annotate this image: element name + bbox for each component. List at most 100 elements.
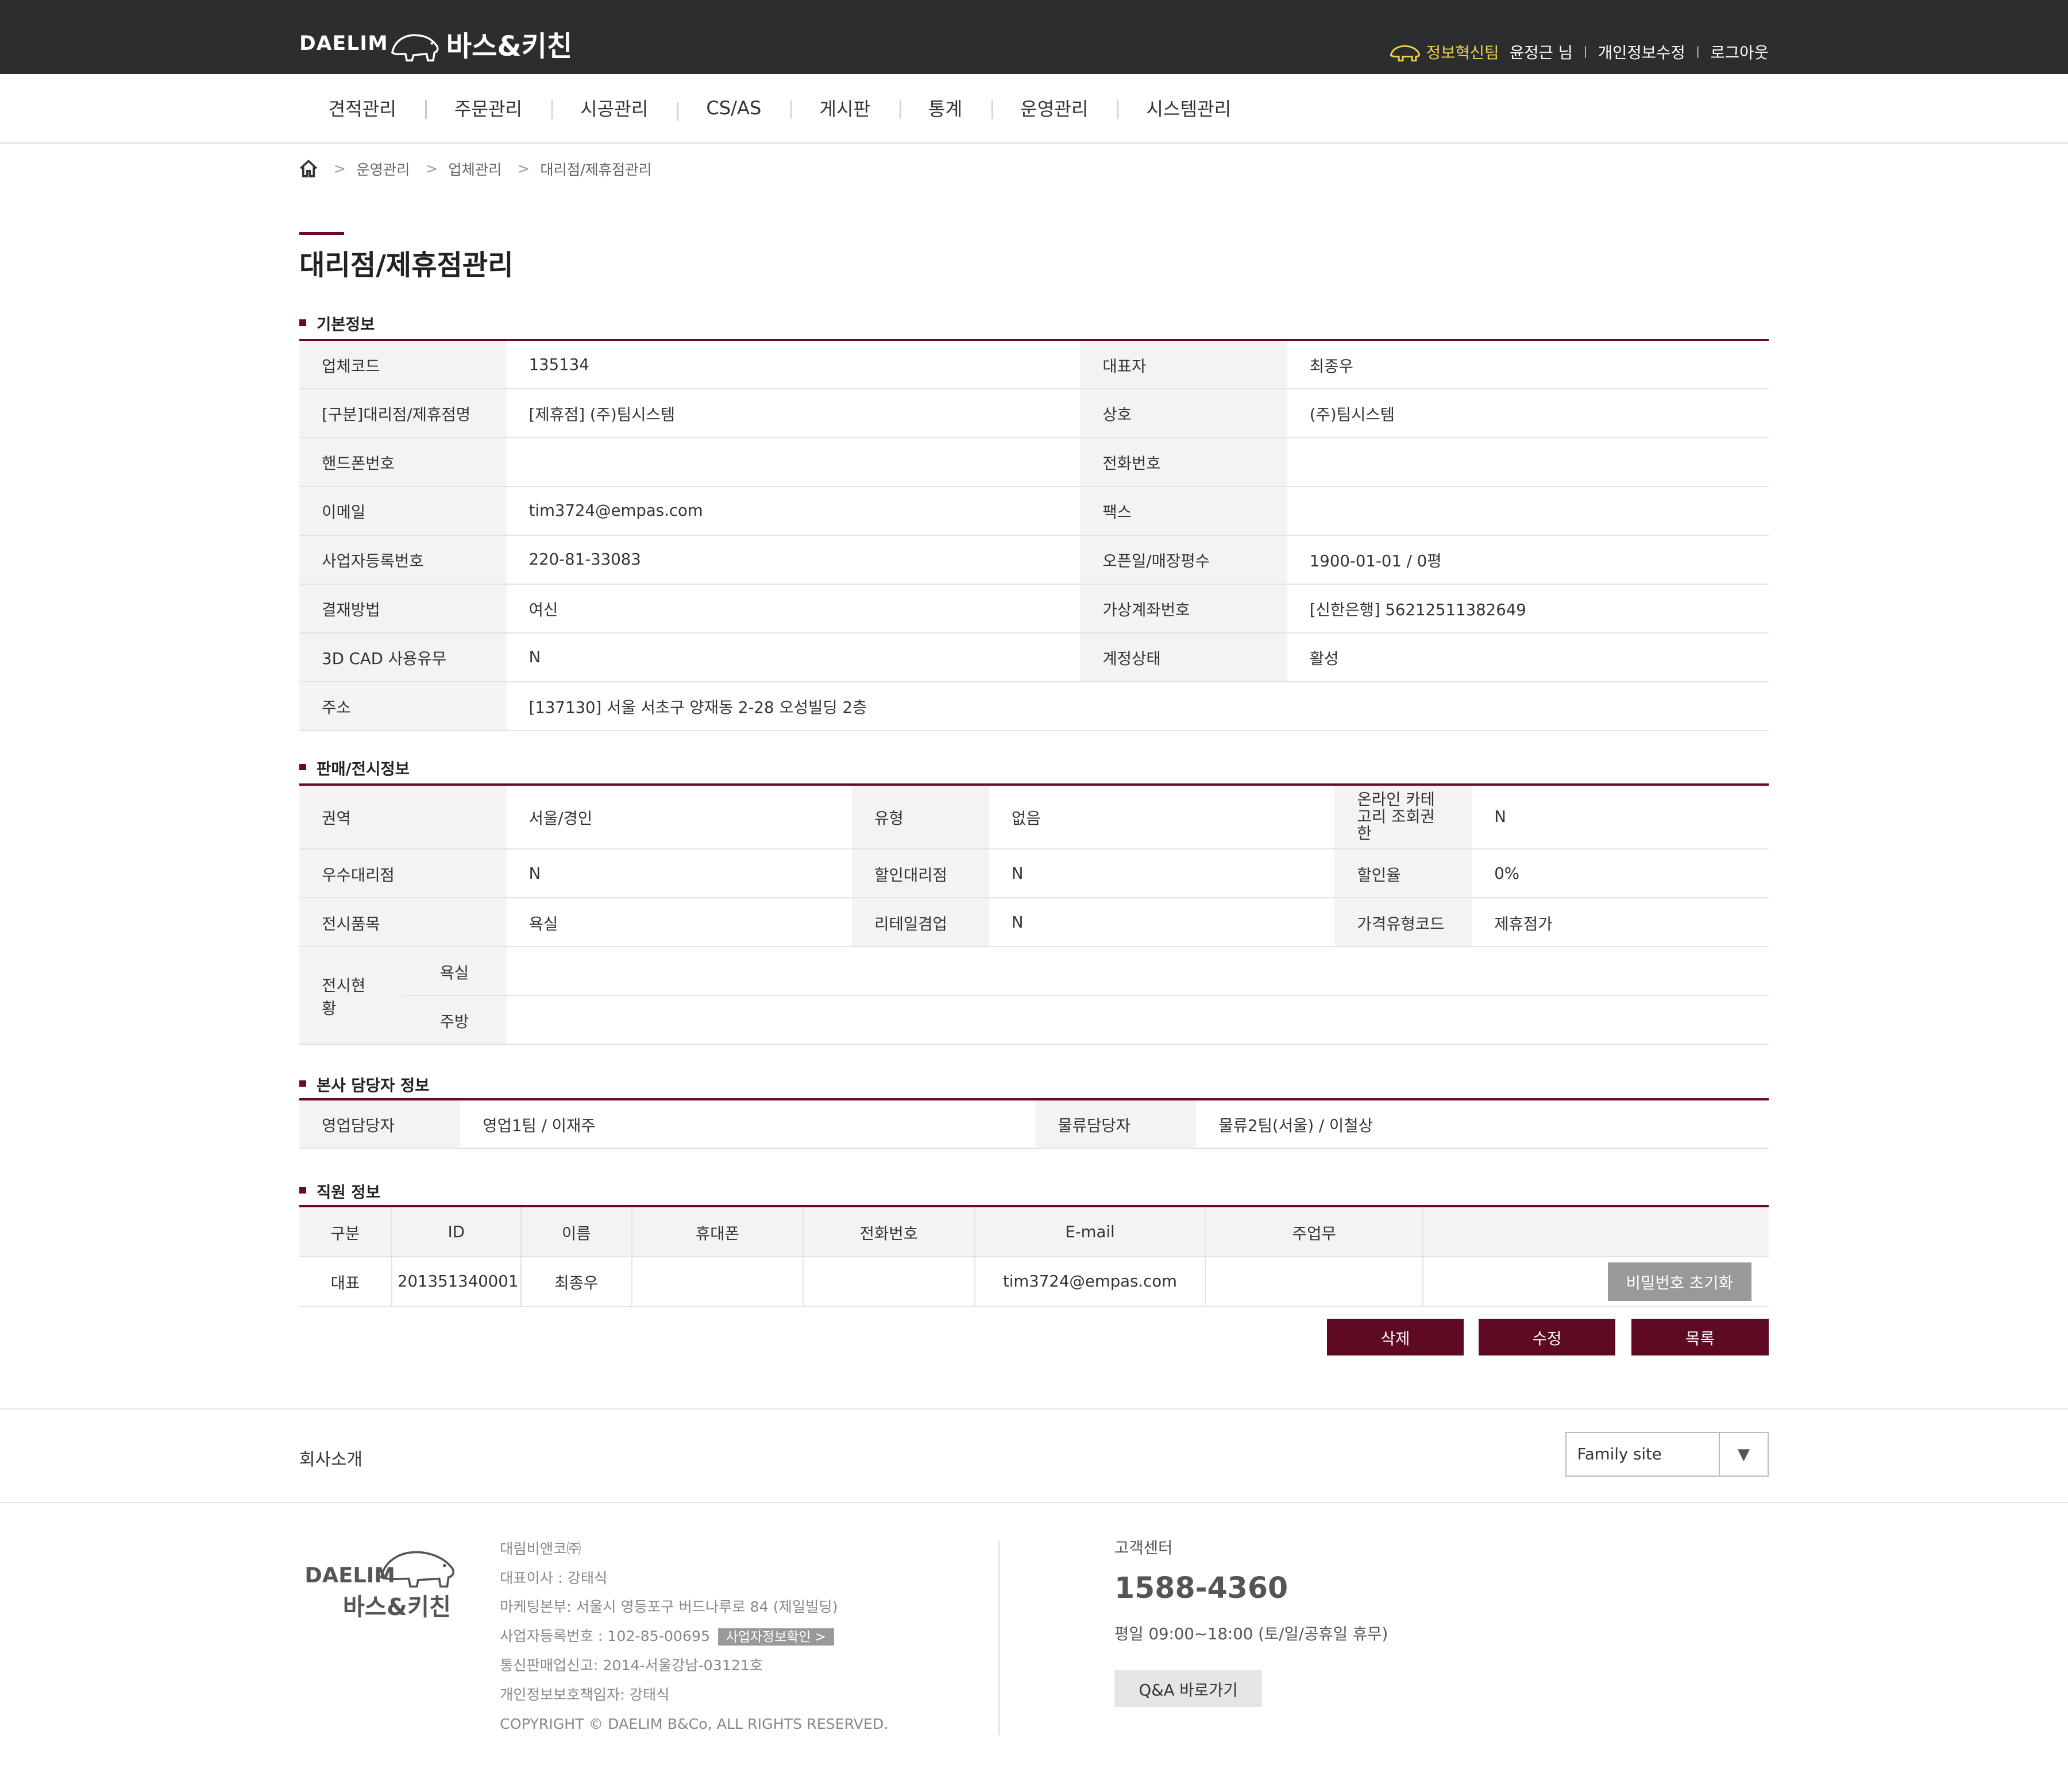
section-heading-sales: 판매/전시정보 — [299, 756, 410, 779]
sales-row: 전시품목 욕실 리테일겸업 N 가격유형코드 제휴점가 — [299, 898, 1769, 948]
chevron-right-icon: > — [333, 160, 346, 177]
field-label: 할인율 — [1334, 849, 1472, 899]
breadcrumb-item[interactable]: 운영관리 — [356, 159, 410, 179]
field-value — [1287, 437, 1769, 487]
field-value: 최종우 — [1287, 340, 1769, 389]
field-label: 오픈일/매장평수 — [1080, 535, 1287, 585]
cs-hours: 평일 09:00~18:00 (토/일/공휴일 휴무) — [1114, 1624, 1388, 1643]
basic-row: [구분]대리점/제휴점명 [제휴점] (주)팀시스템 상호 (주)팀시스템 — [299, 388, 1769, 438]
nav-item-cs-as[interactable]: CS/AS — [677, 97, 790, 121]
field-label: 3D CAD 사용유무 — [299, 632, 507, 682]
biz-info-check-button[interactable]: 사업자정보확인 > — [717, 1628, 834, 1646]
polar-bear-icon — [391, 34, 439, 62]
main-navigation: 견적관리 주문관리 시공관리 CS/AS 게시판 통계 운영관리 시스템관리 — [0, 74, 2068, 144]
sales-row: 권역 서울/경인 유형 없음 온라인 카테고리 조회권한 N — [299, 784, 1769, 850]
breadcrumb-item[interactable]: 대리점/제휴점관리 — [540, 159, 651, 179]
nav-item-operation[interactable]: 운영관리 — [991, 95, 1117, 121]
section-title: 직원 정보 — [316, 1183, 380, 1202]
bear-icon — [1390, 45, 1420, 61]
logo-daelim-text: DAELIM — [299, 32, 388, 55]
section-title: 기본정보 — [316, 315, 375, 334]
caret-down-icon[interactable]: ▼ — [1719, 1433, 1768, 1476]
table-cell — [1205, 1256, 1424, 1307]
table-cell: 201351340001 — [391, 1256, 522, 1307]
title-accent-bar — [299, 232, 345, 235]
nav-item-construction[interactable]: 시공관리 — [551, 95, 677, 121]
basic-row: 3D CAD 사용유무 N 계정상태 활성 — [299, 632, 1769, 682]
field-label: 온라인 카테고리 조회권한 — [1334, 784, 1472, 850]
biz-number-row: 사업자등록번호 : 102-85-00695 사업자정보확인 > — [500, 1622, 888, 1652]
cs-phone: 1588-4360 — [1114, 1571, 1288, 1605]
nav-item-system[interactable]: 시스템관리 — [1117, 95, 1260, 121]
nav-item-estimate[interactable]: 견적관리 — [299, 95, 425, 121]
nav-item-order[interactable]: 주문관리 — [425, 95, 551, 121]
breadcrumb: > 운영관리 > 업체관리 > 대리점/제휴점관리 — [299, 159, 652, 179]
field-label: 팩스 — [1080, 486, 1287, 536]
field-label: 우수대리점 — [299, 849, 507, 899]
sales-row: 우수대리점 N 할인대리점 N 할인율 0% — [299, 849, 1769, 899]
field-value: tim3724@empas.com — [506, 486, 1081, 536]
edit-profile-link[interactable]: 개인정보수정 — [1598, 40, 1685, 63]
home-icon[interactable] — [299, 159, 318, 178]
field-label: 핸드폰번호 — [299, 437, 507, 487]
user-menu: 정보혁신팀 윤정근 님 | 개인정보수정 | 로그아웃 — [1390, 40, 1769, 63]
privacy-officer: 개인정보보호책임자: 강태식 — [500, 1686, 670, 1703]
reset-password-button[interactable]: 비밀번호 초기화 — [1607, 1262, 1751, 1301]
delete-button[interactable]: 삭제 — [1326, 1318, 1464, 1356]
hq-manager-table: 영업담당자 영업1팀 / 이재주 물류담당자 물류2팀(서울) / 이철상 — [299, 1098, 1769, 1149]
field-value: 135134 — [506, 340, 1081, 389]
company-intro-link[interactable]: 회사소개 — [299, 1445, 362, 1470]
column-header: 휴대폰 — [631, 1206, 804, 1257]
divider: | — [1696, 44, 1700, 58]
field-label: 유형 — [852, 784, 989, 850]
field-value: N — [506, 849, 852, 899]
chevron-right-icon: > — [425, 160, 438, 177]
field-value: [신한은행] 56212511382649 — [1287, 584, 1769, 634]
section-title: 본사 담당자 정보 — [316, 1076, 430, 1095]
team-name: 정보혁신팀 — [1426, 43, 1499, 62]
field-value: 220-81-33083 — [506, 535, 1081, 585]
list-button[interactable]: 목록 — [1631, 1318, 1769, 1356]
field-value: 0% — [1472, 849, 1769, 899]
basic-info-table: 업체코드 135134 대표자 최종우 [구분]대리점/제휴점명 [제휴점] (주)팀시스… — [299, 339, 1769, 731]
basic-row: 결재방법 여신 가상계좌번호 [신한은행] 56212511382649 — [299, 584, 1769, 634]
field-label: 리테일겸업 — [852, 898, 989, 948]
footer-divider — [998, 1540, 1000, 1736]
logistics-manager-value: 물류2팀(서울) / 이철상 — [1196, 1099, 1769, 1149]
breadcrumb-item[interactable]: 업체관리 — [448, 159, 501, 179]
display-status-label: 전시현황 — [299, 947, 403, 1045]
field-value: N — [989, 898, 1335, 948]
footer-logo-daelim: DAELIM — [304, 1562, 395, 1588]
column-header — [1423, 1206, 1769, 1257]
column-header: E-mail — [974, 1206, 1206, 1257]
column-header: ID — [391, 1206, 522, 1257]
chevron-right-icon: > — [517, 160, 530, 177]
display-row-kitchen: 주방 — [299, 995, 1769, 1045]
brand-logo[interactable]: DAELIM 바스&키친 — [299, 21, 572, 66]
display-kitchen-value — [506, 995, 1769, 1045]
section-heading-basic: 기본정보 — [299, 311, 375, 334]
edit-button[interactable]: 수정 — [1478, 1318, 1616, 1356]
nav-item-statistics[interactable]: 통계 — [899, 95, 991, 121]
column-header: 구분 — [299, 1206, 392, 1257]
bullet-icon — [299, 763, 306, 771]
logout-link[interactable]: 로그아웃 — [1710, 40, 1768, 63]
display-bath-value — [506, 947, 1769, 997]
table-row: 대표 201351340001 최종우 tim3724@empas.com 비밀번호 초… — [299, 1256, 1769, 1307]
field-label: 사업자등록번호 — [299, 535, 507, 585]
divider: | — [1583, 44, 1588, 58]
biz-number: 사업자등록번호 : 102-85-00695 — [500, 1627, 711, 1644]
family-site-select[interactable]: Family site ▼ — [1565, 1432, 1769, 1477]
table-cell-actions: 비밀번호 초기화 — [1423, 1256, 1769, 1307]
column-header: 전화번호 — [803, 1206, 975, 1257]
field-label: 계정상태 — [1080, 632, 1287, 682]
field-value: N — [1472, 784, 1769, 850]
field-label: 권역 — [299, 784, 507, 850]
nav-item-board[interactable]: 게시판 — [790, 95, 900, 121]
footer-logo: DAELIM 바스&키친 — [304, 1540, 456, 1622]
field-label: 전화번호 — [1080, 437, 1287, 487]
field-value: 1900-01-01 / 0평 — [1287, 535, 1769, 585]
qa-button[interactable]: Q&A 바로가기 — [1114, 1670, 1263, 1708]
field-value: 욕실 — [506, 898, 852, 948]
field-label: 가상계좌번호 — [1080, 584, 1287, 634]
